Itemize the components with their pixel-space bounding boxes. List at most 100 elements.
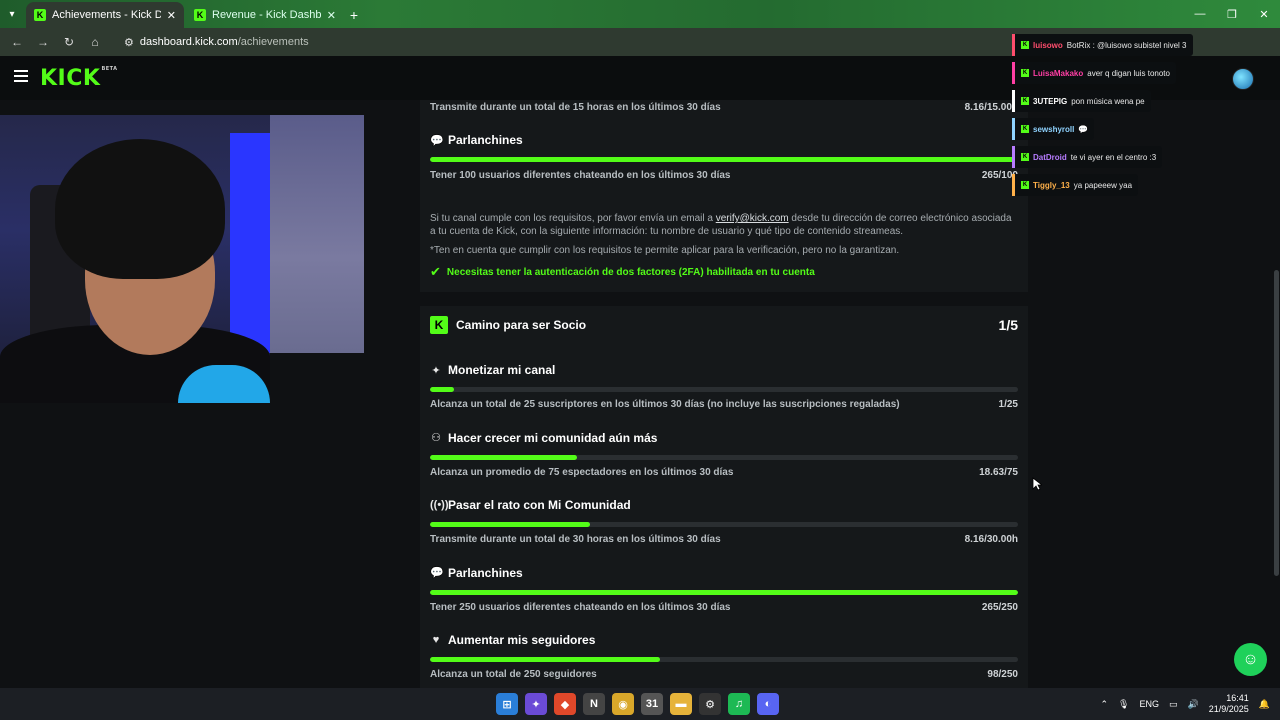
kick-favicon-icon: K	[34, 9, 46, 21]
progress-fill	[430, 454, 577, 460]
chat-username[interactable]: Tiggly_13	[1033, 181, 1070, 190]
twofa-text: Necesitas tener la autenticación de dos …	[446, 266, 815, 278]
chat-text: te vi ayer en el centro :3	[1070, 152, 1157, 162]
menu-icon[interactable]	[14, 70, 28, 82]
chat-username[interactable]: LuisaMakako	[1033, 69, 1083, 78]
sparkle-icon: ✦	[431, 364, 441, 377]
requirement-value: 1/25	[998, 399, 1018, 410]
chat-username[interactable]: luisowo	[1033, 41, 1063, 50]
maximize-icon[interactable]: ❐	[1216, 0, 1248, 28]
copilot-icon[interactable]: ✦	[525, 693, 547, 715]
requirement-desc: Alcanza un promedio de 75 espectadores e…	[430, 466, 734, 478]
tab-revenue[interactable]: K Revenue - Kick Dashboard ✕	[186, 2, 344, 28]
requirement-title: Parlanchines	[448, 565, 523, 580]
requirement-desc: Tener 100 usuarios diferentes chateando …	[430, 170, 731, 181]
chat-text: pon música wena pe	[1071, 96, 1145, 106]
discord-icon[interactable]: ◐	[757, 693, 779, 715]
clock-date: 21/9/2025	[1208, 704, 1249, 714]
requirement-desc: Alcanza un total de 250 seguidores	[430, 669, 597, 680]
microphone-icon[interactable]: 🎙	[1118, 699, 1129, 710]
site-info-icon[interactable]: ⚙	[124, 36, 134, 49]
close-icon[interactable]: ✕	[327, 9, 336, 22]
chat-text: 💬	[1078, 124, 1089, 134]
back-icon[interactable]: ←	[6, 31, 28, 53]
kick-badge-icon: K	[1021, 97, 1029, 105]
language-indicator[interactable]: ENG	[1139, 699, 1159, 709]
webcam-overlay	[0, 115, 364, 403]
requirement-value: 8.16/15.00h	[964, 102, 1018, 113]
chat-bubble-icon: 💬	[430, 567, 444, 579]
calendar-icon[interactable]: 31	[641, 693, 663, 715]
avatar[interactable]	[1232, 68, 1254, 90]
requirement-value: 8.16/30.00h	[964, 534, 1018, 545]
clock-time: 16:41	[1226, 693, 1249, 703]
start-icon[interactable]: ⊞	[496, 693, 518, 715]
notion-icon[interactable]: N	[583, 693, 605, 715]
close-window-icon[interactable]: ✕	[1248, 0, 1280, 28]
chatters-row: Tener 100 usuarios diferentes chateando …	[430, 170, 1018, 181]
chat-username[interactable]: DatDroid	[1033, 153, 1067, 162]
partner-item-title-row: ♥ Aumentar mis seguidores	[430, 633, 1018, 647]
community-icon: ⚇	[431, 432, 441, 444]
folder-icon[interactable]: ▬	[670, 693, 692, 715]
url-path: /achievements	[237, 36, 309, 48]
checkmark-icon: ✔	[430, 264, 441, 279]
close-icon[interactable]: ✕	[167, 9, 176, 22]
kick-logo[interactable]: KICKBETA	[40, 66, 118, 91]
requirement-desc: Alcanza un total de 25 suscriptores en l…	[430, 399, 900, 410]
verification-card: Transmite durante un total de 15 horas e…	[420, 100, 1028, 292]
brave-icon[interactable]: ◆	[554, 693, 576, 715]
forward-icon[interactable]: →	[32, 31, 54, 53]
new-tab-button[interactable]: +	[344, 2, 364, 28]
support-chat-icon[interactable]: ☺	[1234, 643, 1267, 676]
requirement-title: Pasar el rato con Mi Comunidad	[448, 498, 631, 512]
requirement-value: 265/250	[981, 601, 1018, 613]
partner-item-row: Alcanza un total de 25 suscriptores en l…	[430, 399, 1018, 410]
requirement-title: Monetizar mi canal	[448, 363, 556, 377]
tray-chevron-icon[interactable]: ⌃	[1101, 699, 1109, 710]
progress-fill	[430, 522, 590, 527]
reload-icon[interactable]: ↻	[58, 31, 80, 53]
tab-achievements[interactable]: K Achievements - Kick Dashboard ✕	[26, 2, 184, 28]
verification-note: *Ten en cuenta que cumplir con los requi…	[430, 245, 900, 256]
chat-text: BotRix : @luisowo subistel nivel 3	[1066, 40, 1187, 50]
kick-favicon-icon: K	[194, 9, 206, 21]
network-icon[interactable]: ▭	[1169, 699, 1178, 710]
notification-icon[interactable]: 🔔	[1259, 699, 1270, 710]
chat-message: K 3UTEPIG pon música wena pe	[1012, 90, 1151, 112]
partner-item-title-row: ⚇ Hacer crecer mi comunidad aún más	[430, 431, 1018, 445]
partner-item-row: Tener 250 usuarios diferentes chateando …	[430, 602, 1018, 613]
partner-item-title-row: 💬 Parlanchines	[430, 566, 1018, 580]
tab-search-icon[interactable]: ▾	[0, 0, 24, 28]
minimize-icon[interactable]: —	[1184, 0, 1216, 28]
address-bar[interactable]: ⚙ dashboard.kick.com/achievements	[116, 31, 756, 53]
requirement-title: Hacer crecer mi comunidad aún más	[448, 430, 658, 445]
home-icon[interactable]: ⌂	[84, 31, 106, 53]
clock[interactable]: 16:41 21/9/2025	[1209, 693, 1249, 715]
windows-taskbar: ⊞ ✦ ◆ N ◉ 31 ▬ ⚙ ♫ ◐ ⌃ 🎙 ENG ▭ 🔊 16:41 2…	[0, 688, 1280, 720]
requirement-value: 18.63/75	[979, 466, 1018, 478]
partner-item-title-row: ((•)) Pasar el rato con Mi Comunidad	[430, 498, 1018, 512]
beta-badge: BETA	[101, 66, 118, 72]
app-icon[interactable]: ⚙	[699, 693, 721, 715]
spotify-icon[interactable]: ♫	[728, 693, 750, 715]
progress-bar	[430, 157, 1018, 162]
info-text: Si tu canal cumple con los requisitos, p…	[430, 213, 716, 224]
progress-fill	[430, 589, 1018, 595]
chat-message: K Tiggly_13 ya papeeew yaa	[1012, 174, 1139, 196]
progress-fill	[430, 157, 1018, 162]
section-title: Camino para ser Socio	[456, 318, 587, 332]
page-scrollbar[interactable]	[1274, 270, 1279, 576]
browser-tabstrip: ▾ K Achievements - Kick Dashboard ✕ K Re…	[0, 0, 1280, 28]
kick-badge-icon: K	[1021, 181, 1029, 189]
chat-username[interactable]: sewshyroll	[1033, 125, 1074, 134]
chat-message: K DatDroid te vi ayer en el centro :3	[1012, 146, 1163, 168]
chat-username[interactable]: 3UTEPIG	[1033, 97, 1067, 106]
kick-badge-icon: K	[1021, 41, 1029, 49]
verify-email-link[interactable]: verify@kick.com	[716, 213, 789, 224]
chrome-icon[interactable]: ◉	[612, 693, 634, 715]
requirement-desc: Transmite durante un total de 30 horas e…	[430, 534, 721, 545]
partner-item-row: Alcanza un promedio de 75 espectadores e…	[430, 467, 1018, 478]
volume-icon[interactable]: 🔊	[1188, 699, 1199, 710]
chat-text: ya papeeew yaa	[1073, 180, 1133, 190]
